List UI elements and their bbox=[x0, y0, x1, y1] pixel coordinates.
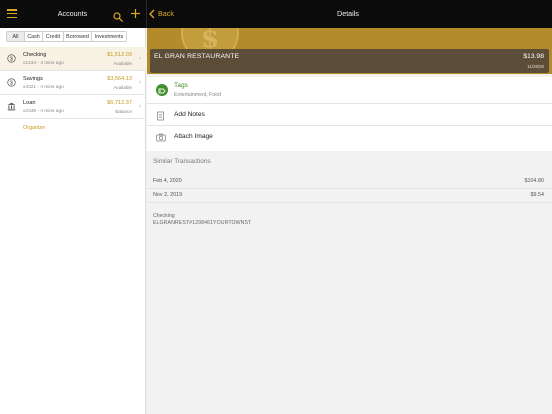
similar-transaction-amount: $104.80 bbox=[524, 178, 545, 184]
organize-link[interactable]: Organize bbox=[23, 125, 45, 131]
tags-value: Entertainment, Food bbox=[174, 92, 222, 98]
chevron-left-icon bbox=[149, 9, 155, 19]
details-title: Details bbox=[337, 9, 359, 18]
similar-transaction-row[interactable]: Nov 2, 2019 $9.54 bbox=[147, 189, 552, 203]
accounts-sidebar: All Cash Credit Borrowed Investments $ C… bbox=[0, 28, 146, 414]
add-notes-row[interactable]: Add Notes bbox=[147, 105, 552, 126]
chevron-right-icon: › bbox=[139, 80, 141, 86]
transaction-date: 11/25/20 bbox=[527, 63, 544, 69]
filter-borrowed[interactable]: Borrowed bbox=[64, 32, 92, 41]
account-filter-segmented-control: All Cash Credit Borrowed Investments bbox=[6, 31, 127, 42]
details-pane: $ EL GRAN RESTAURANTE $13.98 11/25/20 Ta… bbox=[147, 28, 552, 414]
dollar-circle-icon: $ bbox=[7, 78, 16, 87]
account-subtitle: x2345 - 4 mins ago bbox=[23, 109, 64, 114]
transaction-description: ELGRANREST#1298461YOURTOWNST bbox=[153, 220, 252, 226]
account-subtitle: x4321 - 4 mins ago bbox=[23, 85, 64, 90]
account-status: Available bbox=[113, 85, 132, 90]
accounts-title: Accounts bbox=[57, 9, 88, 18]
transaction-banner: $ EL GRAN RESTAURANTE $13.98 11/25/20 bbox=[147, 28, 552, 74]
dollar-circle-icon: $ bbox=[7, 54, 16, 63]
similar-transaction-date: Feb 4, 2020 bbox=[153, 178, 182, 184]
menu-button[interactable] bbox=[7, 9, 17, 19]
transaction-card: EL GRAN RESTAURANTE $13.98 11/25/20 bbox=[150, 49, 549, 73]
hamburger-menu-icon bbox=[7, 9, 17, 19]
add-account-button[interactable] bbox=[130, 8, 141, 19]
attach-image-label: Attach Image bbox=[174, 133, 213, 140]
search-button[interactable] bbox=[113, 9, 123, 22]
plus-icon bbox=[131, 9, 140, 18]
filter-all[interactable]: All bbox=[7, 32, 25, 41]
account-row-loan[interactable]: Loan x2345 - 4 mins ago $6,712.37 Balanc… bbox=[0, 95, 146, 119]
tag-icon bbox=[156, 84, 168, 96]
top-bar: Accounts Back Details bbox=[0, 0, 552, 28]
transaction-name: EL GRAN RESTAURANTE bbox=[154, 53, 240, 60]
account-amount: $1,512.03 bbox=[107, 52, 132, 58]
similar-transaction-amount: $9.54 bbox=[530, 192, 545, 198]
account-name: Savings bbox=[23, 76, 43, 82]
transaction-amount: $13.98 bbox=[523, 53, 544, 60]
svg-text:$: $ bbox=[10, 80, 13, 86]
tags-row[interactable]: Tags Entertainment, Food bbox=[147, 77, 552, 104]
account-name: Loan bbox=[23, 100, 36, 106]
filter-cash[interactable]: Cash bbox=[25, 32, 43, 41]
account-row-checking[interactable]: $ Checking x1234 - 4 mins ago $1,512.03 … bbox=[0, 47, 146, 71]
notepad-icon bbox=[157, 111, 164, 121]
tags-label: Tags bbox=[174, 82, 188, 89]
account-status: Available bbox=[113, 61, 132, 66]
camera-icon bbox=[156, 133, 166, 142]
similar-transaction-row[interactable]: Feb 4, 2020 $104.80 bbox=[147, 175, 552, 189]
filter-investments[interactable]: Investments bbox=[92, 32, 126, 41]
search-icon bbox=[113, 12, 123, 22]
bank-icon bbox=[7, 102, 16, 111]
account-amount: $3,564.13 bbox=[107, 76, 132, 82]
chevron-right-icon: › bbox=[139, 104, 141, 110]
pane-divider bbox=[146, 0, 147, 28]
account-row-savings[interactable]: $ Savings x4321 - 4 mins ago $3,564.13 A… bbox=[0, 71, 146, 95]
add-notes-label: Add Notes bbox=[174, 111, 205, 118]
attach-image-row[interactable]: Attach Image bbox=[147, 127, 552, 149]
account-subtitle: x1234 - 4 mins ago bbox=[23, 61, 64, 66]
account-name: Checking bbox=[23, 52, 47, 58]
chevron-right-icon: › bbox=[139, 56, 141, 62]
svg-text:$: $ bbox=[10, 56, 13, 62]
similar-transaction-date: Nov 2, 2019 bbox=[153, 192, 183, 198]
account-amount: $6,712.37 bbox=[107, 100, 132, 106]
back-button[interactable]: Back bbox=[149, 0, 174, 28]
similar-transactions-header: Similar Transactions bbox=[153, 158, 211, 165]
back-label: Back bbox=[158, 9, 174, 18]
details-panel: Tags Entertainment, Food Add Notes Attac… bbox=[147, 77, 552, 151]
filter-credit[interactable]: Credit bbox=[43, 32, 64, 41]
transaction-account-label: Checking bbox=[153, 213, 175, 219]
account-status: Balance bbox=[115, 109, 132, 114]
